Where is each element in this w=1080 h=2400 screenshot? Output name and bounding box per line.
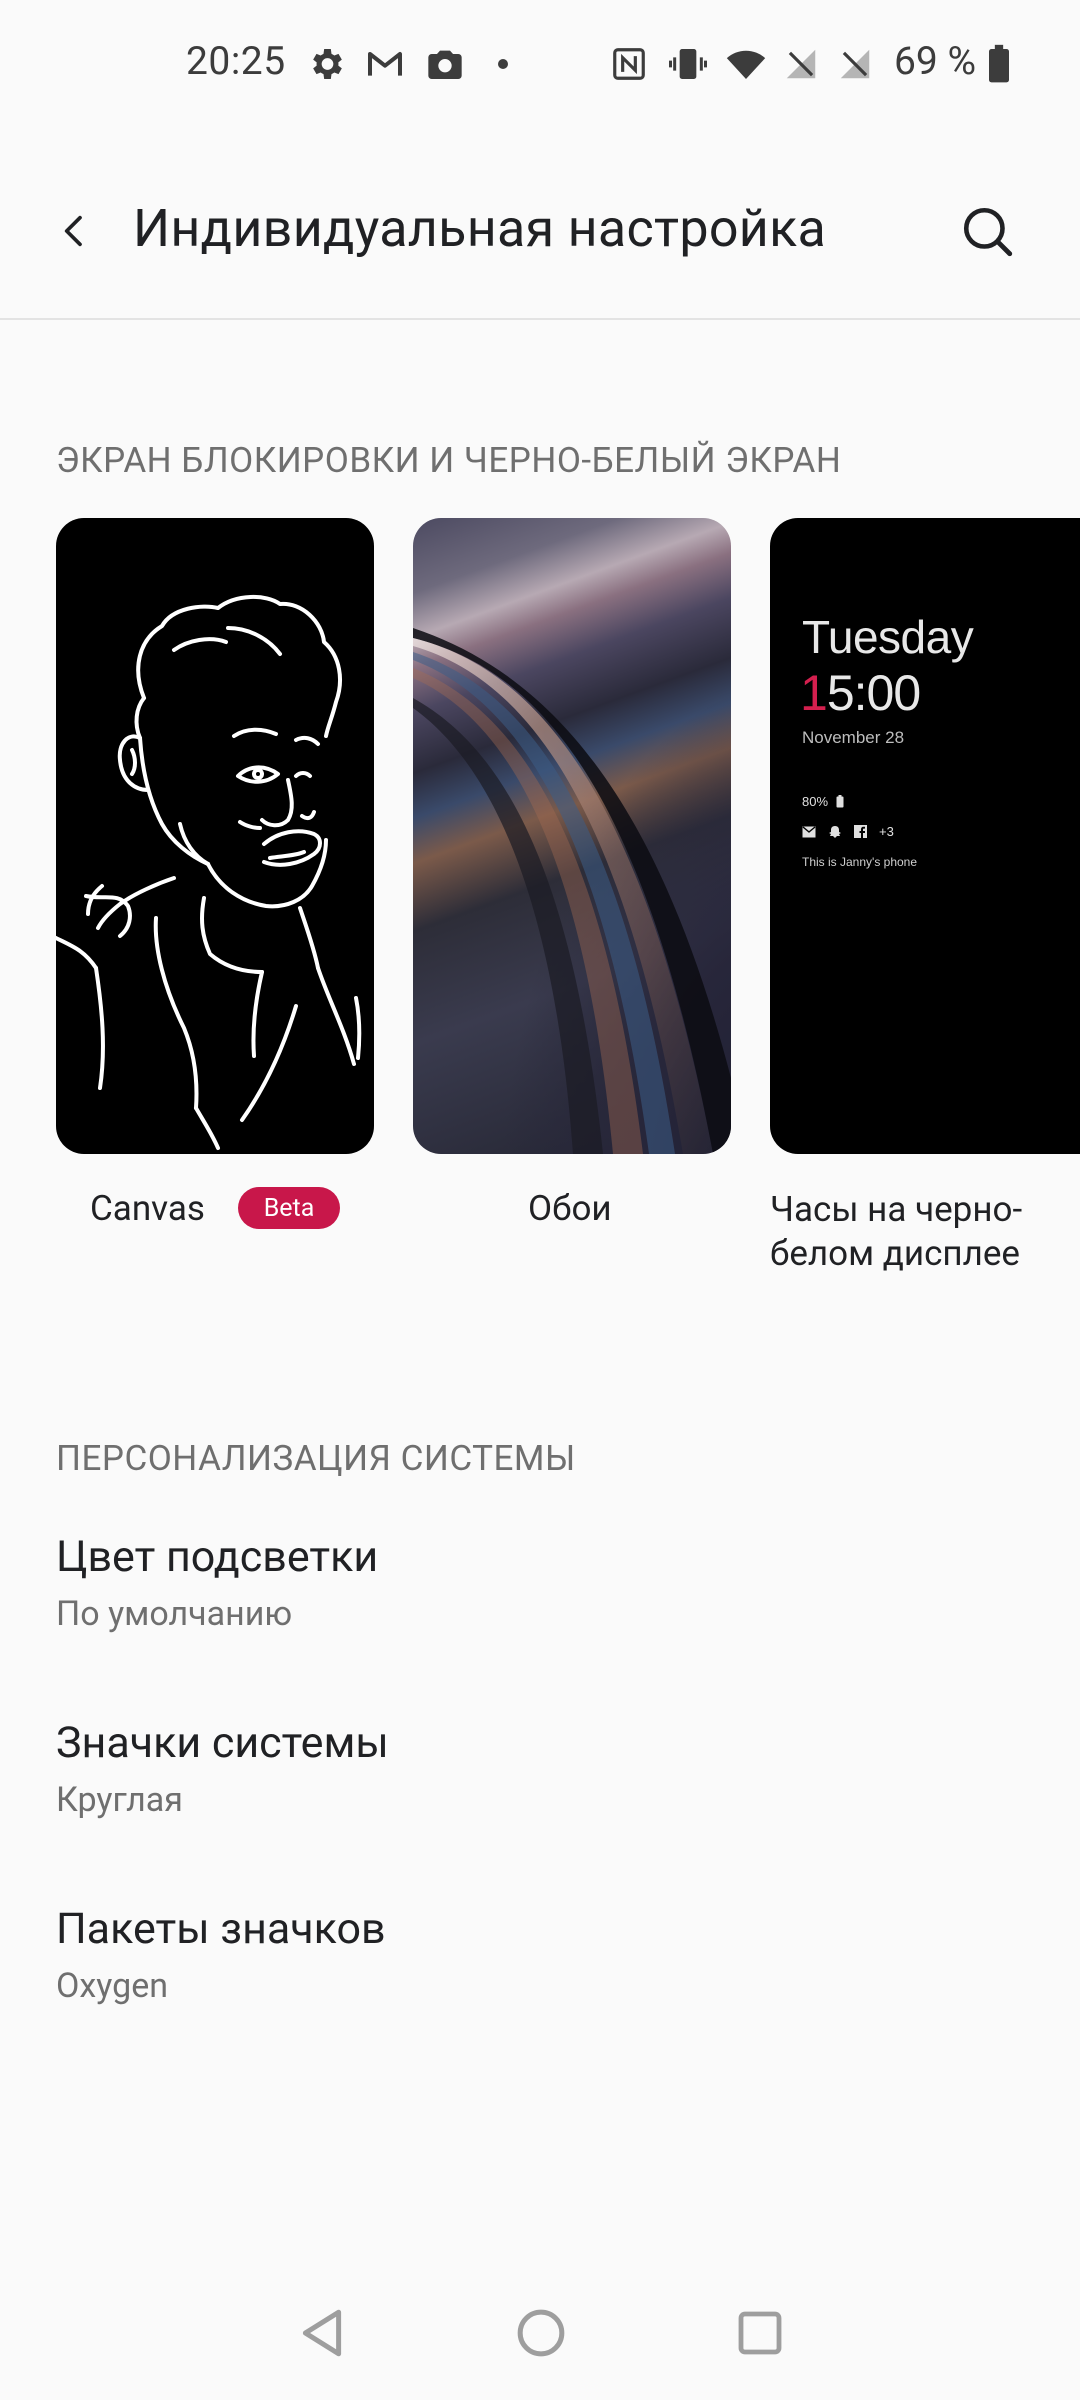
circle-home-icon — [517, 2309, 565, 2357]
lock-screen-section-title: ЭКРАН БЛОКИРОВКИ И ЧЕРНО-БЕЛЫЙ ЭКРАН — [56, 440, 842, 481]
nav-home-button[interactable] — [506, 2298, 576, 2368]
app-bar-divider — [0, 318, 1080, 320]
pref-title: Значки системы — [56, 1718, 389, 1768]
camera-icon — [424, 44, 466, 84]
mail-icon — [802, 825, 816, 837]
no-sim-icon — [836, 44, 874, 84]
vibrate-icon — [668, 44, 708, 84]
wallpaper-preview — [413, 628, 731, 1154]
pref-system-icons[interactable]: Значки системы Круглая — [56, 1718, 1026, 1820]
nav-back-button[interactable] — [287, 2298, 357, 2368]
aod-day: Tuesday — [802, 611, 974, 663]
aod-clock-card[interactable]: Tuesday 15:00 November 28 80% +3 This is… — [770, 518, 1080, 1154]
no-sim-icon — [782, 44, 820, 84]
pref-title: Пакеты значков — [56, 1904, 386, 1954]
battery-icon — [984, 44, 1014, 84]
gear-icon — [306, 44, 346, 84]
system-section-title: ПЕРСОНАЛИЗАЦИЯ СИСТЕМЫ — [56, 1438, 576, 1479]
pref-summary: По умолчанию — [56, 1594, 293, 1634]
gmail-icon — [364, 44, 406, 84]
wallpaper-label: Обои — [528, 1188, 612, 1229]
snapchat-icon — [829, 825, 841, 838]
square-recents-icon — [738, 2311, 782, 2355]
back-button[interactable] — [40, 196, 110, 266]
wallpaper-card[interactable] — [413, 518, 731, 1154]
search-icon — [963, 207, 1013, 257]
canvas-card[interactable] — [56, 518, 374, 1154]
app-bar: Индивидуальная настройка — [0, 170, 1080, 320]
aod-battery-text: 80% — [802, 794, 829, 809]
aod-owner-text: This is Janny's phone — [802, 855, 918, 869]
pref-summary: Круглая — [56, 1780, 183, 1820]
battery-percent: 69 % — [894, 38, 977, 84]
status-time: 20:25 — [186, 38, 286, 84]
pref-icon-packs[interactable]: Пакеты значков Oxygen — [56, 1904, 1026, 2006]
nfc-icon — [610, 44, 648, 84]
pref-accent-color[interactable]: Цвет подсветки По умолчанию — [56, 1532, 1026, 1634]
nav-recents-button[interactable] — [725, 2298, 795, 2368]
aod-date: November 28 — [802, 728, 905, 747]
aod-battery-icon — [836, 795, 844, 808]
triangle-back-icon — [302, 2309, 342, 2357]
aod-notifications: +3 — [802, 824, 894, 839]
aod-battery: 80% — [802, 794, 844, 809]
canvas-portrait-illustration — [56, 594, 362, 1150]
pref-title: Цвет подсветки — [56, 1532, 379, 1582]
aod-time: 15:00 — [800, 664, 921, 722]
aod-time-accent: 1 — [800, 665, 828, 721]
pref-summary: Oxygen — [56, 1966, 169, 2006]
canvas-label: Canvas — [90, 1188, 205, 1229]
status-bar: 20:25 69 % — [0, 0, 1080, 130]
facebook-icon — [854, 825, 867, 838]
dot-icon — [496, 44, 510, 84]
aod-time-rest: 5:00 — [826, 665, 921, 721]
back-arrow-icon — [64, 215, 82, 247]
aod-clock-label: Часы на черно-белом дисплее — [770, 1189, 1023, 1274]
beta-badge: Beta — [238, 1187, 340, 1229]
search-button[interactable] — [950, 194, 1026, 270]
aod-extra-count: +3 — [879, 824, 894, 839]
wifi-icon — [724, 44, 768, 84]
page-title: Индивидуальная настройка — [133, 198, 827, 259]
